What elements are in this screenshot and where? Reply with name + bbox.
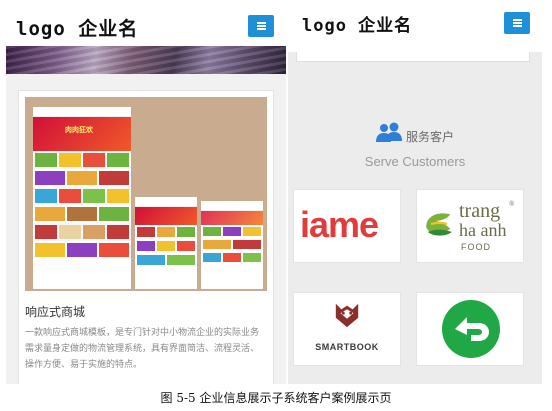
mock-site-header	[33, 107, 131, 117]
mock-product-row	[33, 205, 131, 223]
case-thumbnail[interactable]: 肉肉狂欢	[25, 97, 267, 291]
iame-wordmark: iame	[300, 204, 379, 245]
mock-product-row	[33, 241, 131, 259]
mock-hero-banner	[201, 211, 263, 225]
leaf-logo-icon	[426, 213, 452, 236]
site-logo[interactable]: logo 企业名	[16, 14, 138, 41]
menu-button[interactable]	[248, 15, 274, 37]
users-icon	[376, 122, 402, 142]
mock-phone-screen	[201, 201, 263, 289]
site-logo[interactable]: logo 企业名	[302, 11, 412, 36]
food-wordmark: FOOD	[461, 242, 491, 252]
smartbook-wordmark: SMARTBOOK	[315, 342, 379, 352]
mock-product-row	[201, 251, 263, 264]
menu-button[interactable]	[504, 12, 530, 34]
mock-desktop-screen: 肉肉狂欢	[33, 107, 131, 289]
services-heading: 服务客户 Serve Customers	[288, 90, 542, 180]
left-header: logo 企业名	[6, 6, 286, 46]
mock-product-row	[33, 151, 131, 169]
mock-product-row	[135, 225, 197, 239]
customer-logo-smartbook[interactable]: SMARTBOOK	[293, 292, 401, 366]
right-header: logo 企业名	[288, 0, 542, 52]
mock-site-header	[135, 197, 197, 207]
previous-section-card	[296, 52, 530, 62]
case-title[interactable]: 响应式商城	[25, 303, 85, 320]
right-screen: logo 企业名 服务客户 Serve Customers iame trang…	[288, 0, 542, 384]
services-subtitle: Serve Customers	[364, 154, 466, 169]
figure: logo 企业名 肉肉狂欢 响应式商城 一款响应式商城模板，是专门针对中小物流企…	[0, 0, 552, 411]
ha-anh-wordmark: ha anh	[459, 220, 507, 240]
hamburger-icon	[512, 19, 522, 27]
mock-site-header	[201, 201, 263, 211]
owl-logo-icon	[335, 303, 359, 328]
services-title: 服务客户	[406, 130, 455, 144]
mock-product-row	[135, 253, 197, 267]
mock-product-row	[135, 239, 197, 253]
hamburger-icon	[256, 22, 266, 30]
customer-logo-trang-ha-anh[interactable]: trang ® ha anh FOOD	[416, 189, 524, 263]
mock-hero-text: 肉肉狂欢	[65, 126, 93, 134]
mock-product-row	[33, 169, 131, 187]
mock-hero-banner	[135, 207, 197, 225]
mock-product-row	[33, 223, 131, 241]
trademark-mark: ®	[509, 200, 515, 208]
customer-logo-green[interactable]	[416, 292, 524, 366]
mock-product-row	[201, 238, 263, 251]
case-description: 一款响应式商城模板，是专门针对中小物流企业的实际业务需求量身定做的物流管理系统，…	[25, 328, 260, 370]
left-screen: logo 企业名 肉肉狂欢 响应式商城 一款响应式商城模板，是专门针对中小物流企…	[6, 6, 286, 384]
mock-product-row	[33, 187, 131, 205]
banner-image	[6, 46, 286, 74]
mock-product-row	[201, 225, 263, 238]
figure-caption: 图 5-5 企业信息展示子系统客户案例展示页	[160, 391, 392, 405]
customer-logo-iame[interactable]: iame	[293, 189, 401, 263]
green-circle-logo-icon	[442, 300, 500, 358]
case-card[interactable]: 肉肉狂欢 响应式商城 一款响应式商城模板，是专门针对中小物流企业的实际业务需求量…	[18, 90, 274, 384]
mock-hero-banner: 肉肉狂欢	[33, 117, 131, 151]
mock-tablet-screen	[135, 197, 197, 289]
